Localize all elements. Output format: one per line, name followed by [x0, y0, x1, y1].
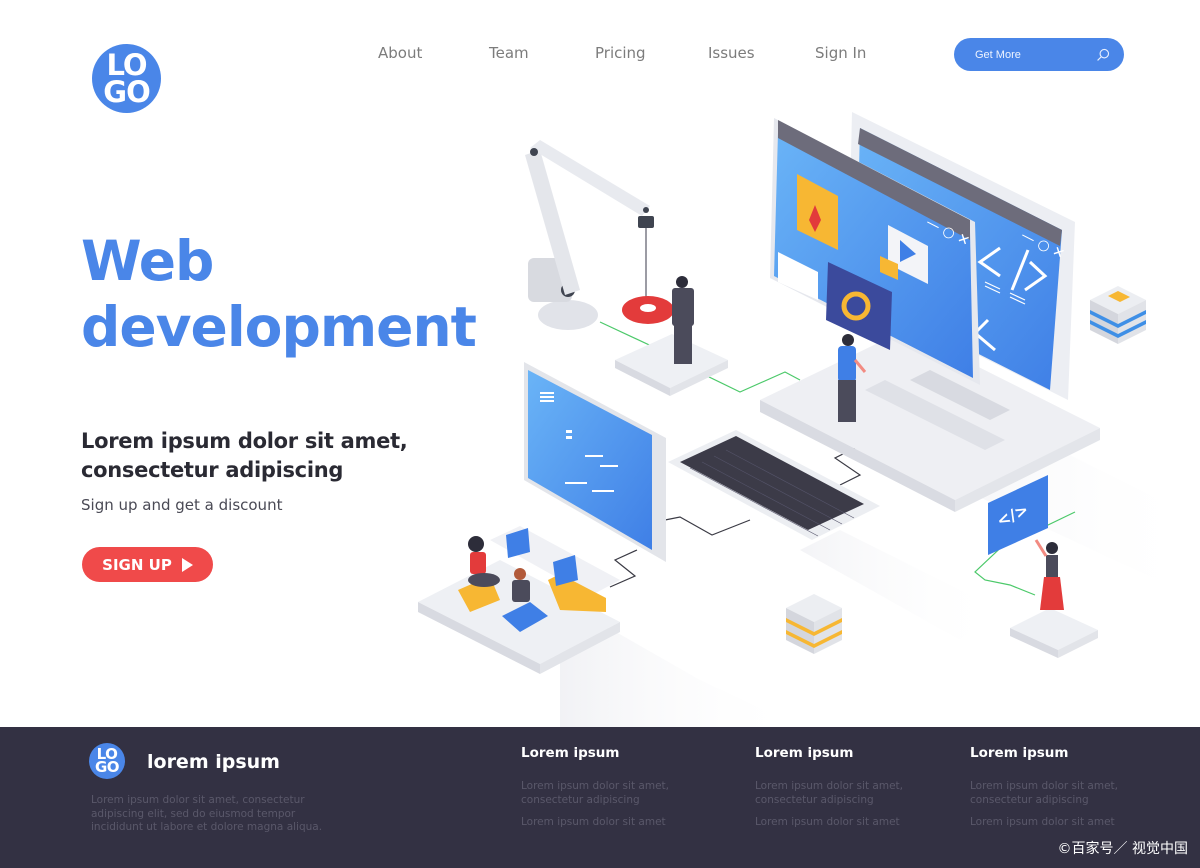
- nav-sign-in[interactable]: Sign In: [815, 44, 866, 62]
- footer-link[interactable]: Lorem ipsum dolor sit amet: [755, 816, 915, 830]
- footer-column-title: Lorem ipsum: [521, 745, 620, 761]
- search-icon[interactable]: [1096, 48, 1110, 62]
- hero-subtitle-line2: consectetur adipiscing: [81, 458, 344, 482]
- watermark: ©百家号／ 视觉中国: [1057, 841, 1188, 857]
- footer-column-title: Lorem ipsum: [755, 745, 854, 761]
- footer-column-2: Lorem ipsum Lorem ipsum dolor sit amet, …: [755, 745, 955, 839]
- nav-issues[interactable]: Issues: [708, 44, 755, 62]
- footer-about-text: Lorem ipsum dolor sit amet, consectetur …: [91, 794, 323, 833]
- server-box-yellow: [786, 594, 842, 654]
- footer-brand: lorem ipsum: [147, 751, 280, 773]
- footer-logo-text-bottom: GO: [94, 758, 120, 776]
- web-development-illustration: — ○ ✕ — ○ ✕ </>: [418, 112, 1200, 727]
- nav-about[interactable]: About: [378, 44, 422, 62]
- logo[interactable]: LO GO: [92, 44, 161, 113]
- footer-link[interactable]: Lorem ipsum dolor sit amet: [970, 816, 1130, 830]
- landing-page: LO GO About Team Pricing Issues Sign In …: [0, 0, 1200, 727]
- footer-column-title: Lorem ipsum: [970, 745, 1069, 761]
- sign-up-label: SIGN UP: [102, 555, 172, 574]
- get-more-label: Get More: [975, 48, 1021, 61]
- left-monitor: [524, 362, 666, 562]
- footer-link[interactable]: Lorem ipsum dolor sit amet, consectetur …: [755, 780, 915, 807]
- hero-subtitle-line1: Lorem ipsum dolor sit amet,: [81, 429, 408, 453]
- nav-team[interactable]: Team: [489, 44, 529, 62]
- hero-subtitle: Lorem ipsum dolor sit amet, consectetur …: [81, 427, 408, 485]
- footer-column-3: Lorem ipsum Lorem ipsum dolor sit amet, …: [970, 745, 1170, 839]
- footer-logo[interactable]: LO GO: [89, 743, 125, 779]
- play-triangle-icon: [181, 557, 193, 572]
- nav-pricing[interactable]: Pricing: [595, 44, 646, 62]
- sign-up-button[interactable]: SIGN UP: [82, 547, 213, 582]
- hero-description: Sign up and get a discount: [81, 496, 283, 514]
- footer-link[interactable]: Lorem ipsum dolor sit amet, consectetur …: [521, 780, 681, 807]
- robot-arm: [525, 140, 674, 330]
- get-more-search[interactable]: Get More: [954, 38, 1124, 71]
- footer-link[interactable]: Lorem ipsum dolor sit amet: [521, 816, 681, 830]
- footer-column-1: Lorem ipsum Lorem ipsum dolor sit amet, …: [521, 745, 721, 839]
- footer-link[interactable]: Lorem ipsum dolor sit amet, consectetur …: [970, 780, 1130, 807]
- site-footer: LO GO lorem ipsum Lorem ipsum dolor sit …: [0, 727, 1200, 868]
- server-box-blue: [1090, 286, 1146, 344]
- logo-text-bottom: GO: [103, 74, 150, 109]
